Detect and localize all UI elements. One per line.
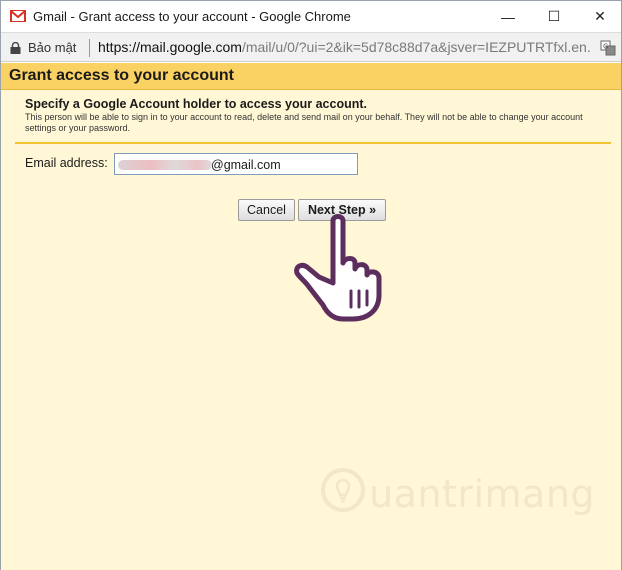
watermark: uantrimang [319,466,595,526]
translate-icon[interactable]: G [600,40,616,56]
gmail-icon [10,10,26,22]
minimize-icon: — [501,8,515,25]
dialog-description: This person will be able to sign in to y… [25,112,583,133]
page-title: Grant access to your account [9,67,234,84]
url-path: /mail/u/0/?ui=2&ik=5d78c88d7a&jsver=IEZP… [241,39,591,55]
redacted-username [118,160,212,170]
dialog-subtitle: Specify a Google Account holder to acces… [25,97,367,111]
cancel-button[interactable]: Cancel [238,199,295,221]
url-host: https://mail.google.com [98,39,242,55]
lock-icon[interactable] [10,42,21,54]
minimize-button[interactable]: — [485,1,531,32]
maximize-button[interactable]: ☐ [531,1,577,32]
security-label[interactable]: Bảo mật [28,40,76,55]
dialog-page: Grant access to your account Specify a G… [1,63,621,570]
address-divider [89,39,90,57]
divider [15,142,611,144]
svg-text:G: G [603,43,608,51]
address-bar[interactable]: Bảo mật https://mail.google.com/mail/u/0… [1,32,621,62]
url-field[interactable]: https://mail.google.com/mail/u/0/?ui=2&i… [98,39,598,55]
watermark-text: uantrimang [369,472,596,516]
email-domain: @gmail.com [211,158,281,172]
title-bar: Gmail - Grant access to your account - G… [1,1,621,32]
email-label: Email address: [25,156,108,170]
browser-window: Gmail - Grant access to your account - G… [0,0,622,570]
dialog-header: Grant access to your account [1,63,621,90]
lightbulb-icon [321,468,365,512]
close-icon: ✕ [594,8,606,24]
email-input[interactable]: @gmail.com [114,153,358,175]
maximize-icon: ☐ [547,8,561,24]
close-button[interactable]: ✕ [577,1,622,32]
pointing-hand-icon [294,214,382,322]
window-title: Gmail - Grant access to your account - G… [33,9,351,24]
